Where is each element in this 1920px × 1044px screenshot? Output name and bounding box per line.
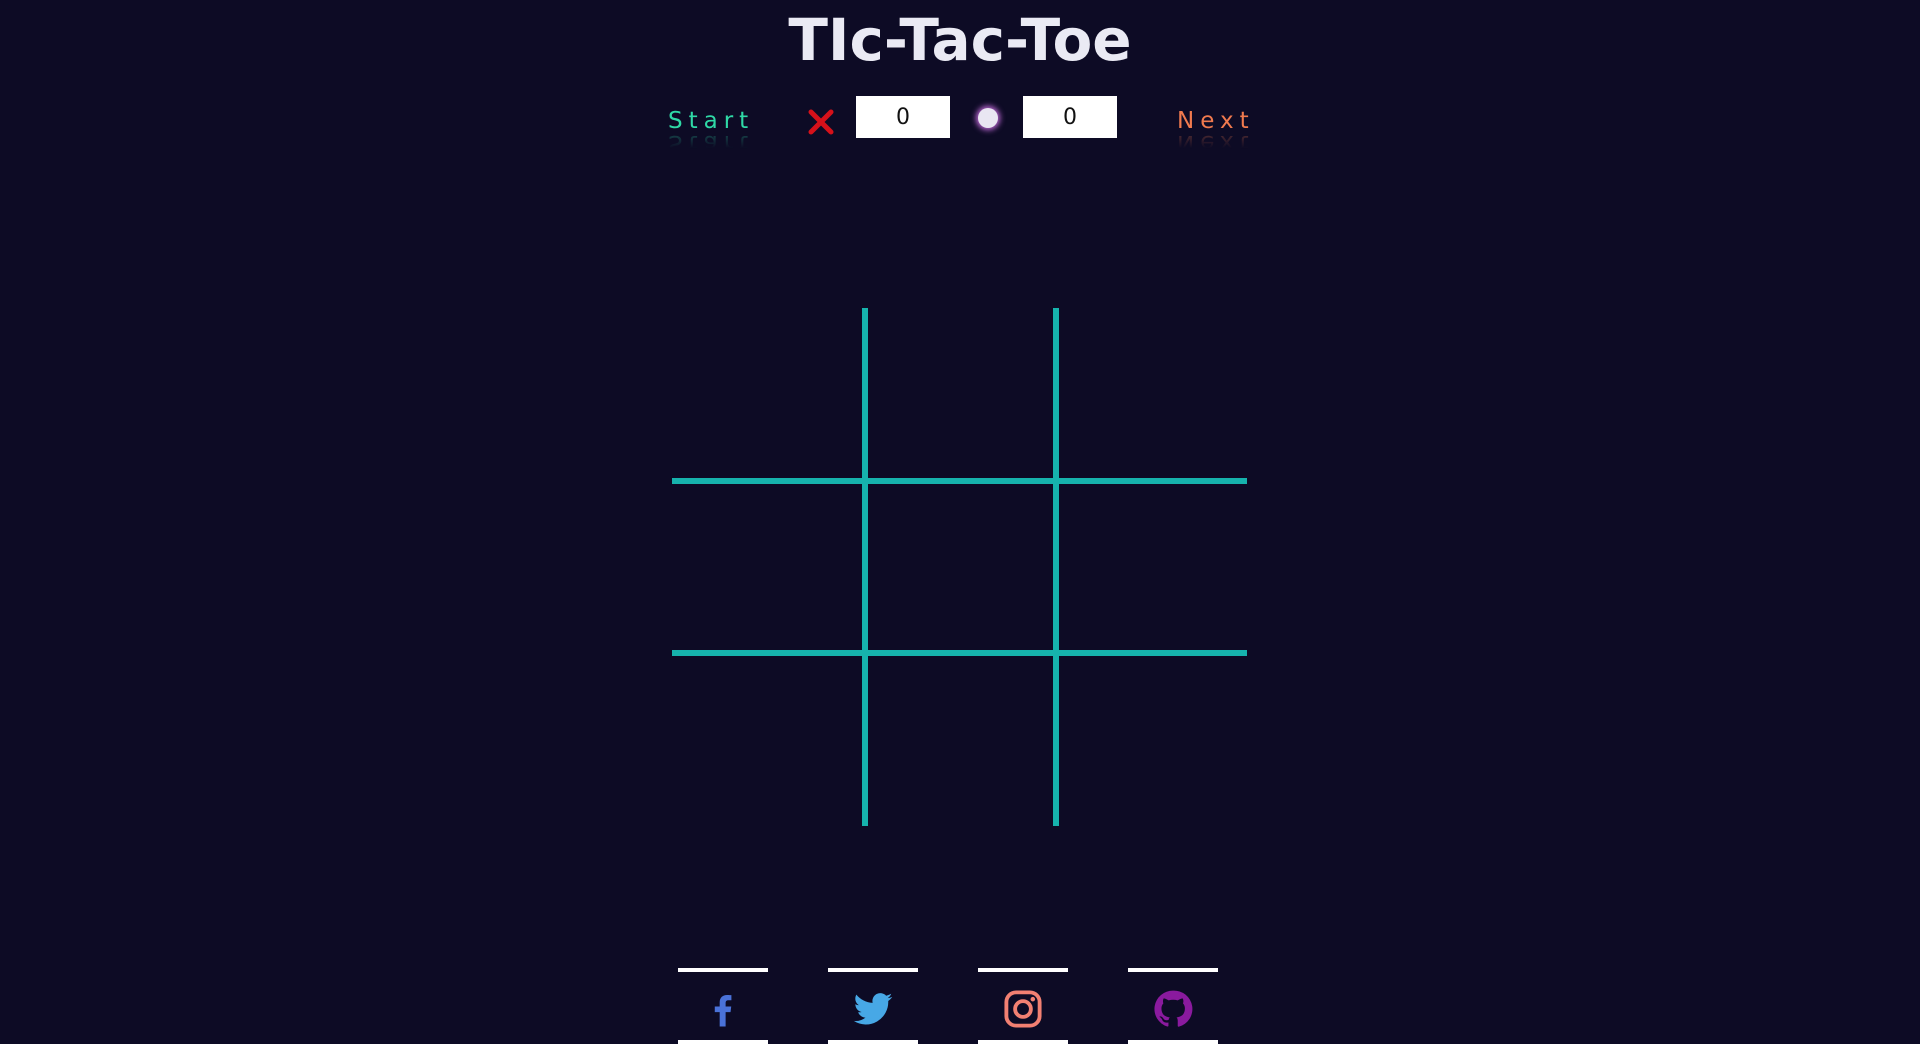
github-link[interactable] <box>1128 968 1218 1044</box>
grid-line-vertical-2 <box>1053 308 1059 826</box>
board-cell-9[interactable] <box>1057 656 1247 826</box>
o-score-field: 0 <box>1023 96 1117 138</box>
board-cell-3[interactable] <box>1057 308 1247 478</box>
board-cell-4[interactable] <box>672 483 862 653</box>
grid-line-horizontal-1 <box>672 478 1247 484</box>
next-button[interactable]: Next <box>1177 108 1255 134</box>
board-cell-5[interactable] <box>865 483 1055 653</box>
board-cell-6[interactable] <box>1057 483 1247 653</box>
twitter-icon <box>853 993 893 1025</box>
game-board <box>672 308 1247 826</box>
start-button[interactable]: Start <box>668 108 754 134</box>
grid-line-horizontal-2 <box>672 650 1247 656</box>
instagram-link[interactable] <box>978 968 1068 1044</box>
board-cell-8[interactable] <box>865 656 1055 826</box>
board-cell-7[interactable] <box>672 656 862 826</box>
board-cell-2[interactable] <box>865 308 1055 478</box>
o-player-icon <box>978 108 998 128</box>
scoreboard: Start 0 0 Next <box>0 0 1920 200</box>
github-icon <box>1154 990 1193 1027</box>
facebook-link[interactable] <box>678 968 768 1044</box>
board-cell-1[interactable] <box>672 308 862 478</box>
twitter-link[interactable] <box>828 968 918 1044</box>
grid-line-vertical-1 <box>862 308 868 826</box>
game-page: TIc-Tac-Toe Start 0 0 Next <box>0 0 1920 1044</box>
x-score-field: 0 <box>856 96 950 138</box>
instagram-icon <box>1004 990 1042 1028</box>
facebook-icon <box>714 995 732 1027</box>
x-player-icon <box>808 109 834 135</box>
